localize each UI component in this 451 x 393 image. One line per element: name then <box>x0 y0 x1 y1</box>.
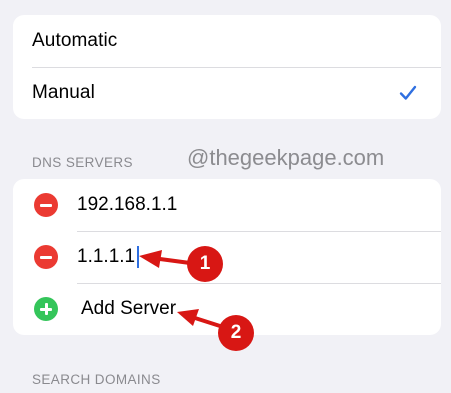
red-arrow-icon <box>177 309 222 328</box>
annotation-badge-2: 2 <box>218 315 254 351</box>
red-arrow-icon <box>139 250 192 268</box>
annotation-badge-1: 1 <box>187 246 223 282</box>
